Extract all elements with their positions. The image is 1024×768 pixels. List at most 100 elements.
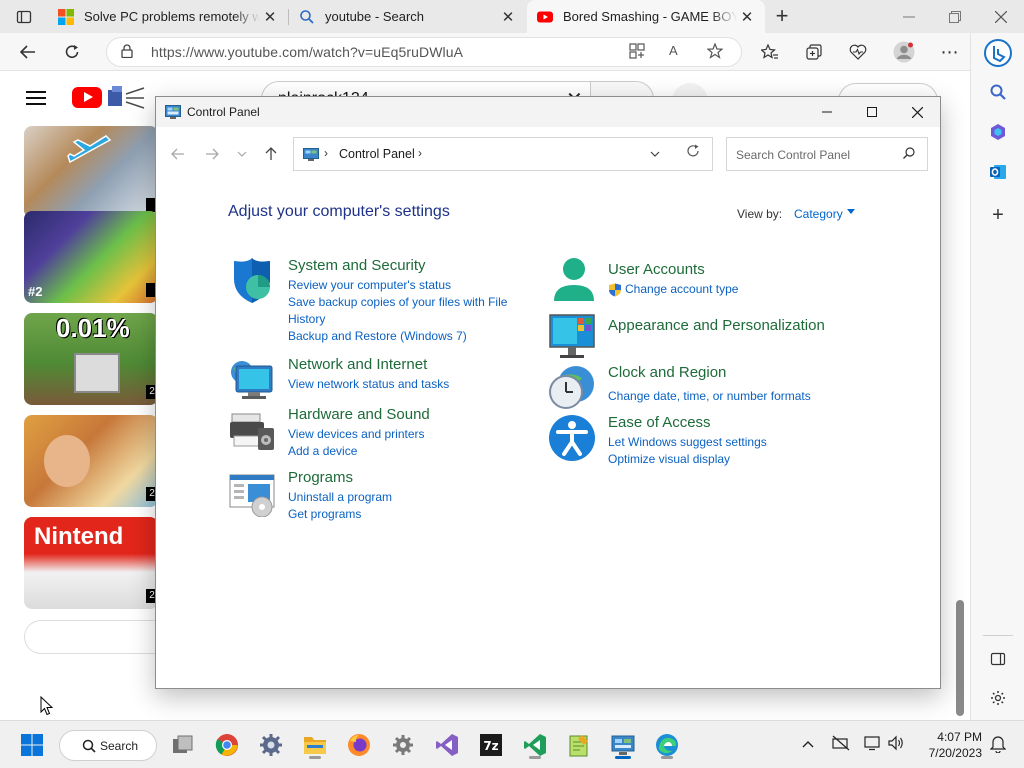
refresh-icon[interactable] bbox=[58, 38, 86, 66]
minimize-icon[interactable] bbox=[804, 97, 850, 127]
tab-youtube-search[interactable]: youtube - Search ✕ bbox=[289, 0, 526, 33]
task-view-icon[interactable] bbox=[167, 729, 199, 761]
volume-icon[interactable] bbox=[888, 735, 904, 754]
video-thumbnail[interactable]: 0.01% 2 bbox=[24, 313, 158, 405]
new-tab-button[interactable]: + bbox=[768, 2, 796, 30]
link-file-history[interactable]: Save backup copies of your files with Fi… bbox=[288, 294, 518, 328]
video-thumbnail[interactable] bbox=[24, 126, 158, 218]
browser-essentials-icon[interactable] bbox=[844, 38, 872, 66]
category-title[interactable]: Programs bbox=[288, 469, 353, 486]
favorites-icon[interactable] bbox=[756, 38, 784, 66]
link-devices-printers[interactable]: View devices and printers bbox=[288, 426, 518, 443]
category-title[interactable]: System and Security bbox=[288, 257, 426, 274]
comment-box[interactable] bbox=[24, 620, 174, 654]
link-add-device[interactable]: Add a device bbox=[288, 443, 518, 460]
restore-icon[interactable] bbox=[932, 0, 978, 33]
category-title[interactable]: User Accounts bbox=[608, 261, 705, 278]
shield-icon[interactable] bbox=[228, 257, 276, 305]
firefox-icon[interactable] bbox=[343, 729, 375, 761]
video-thumbnail[interactable]: Nintend 2 bbox=[24, 517, 158, 609]
address-dropdown-icon[interactable] bbox=[650, 146, 660, 160]
close-window-icon[interactable] bbox=[978, 0, 1024, 33]
apps-grid-icon[interactable] bbox=[629, 43, 645, 63]
tab-close-icon[interactable]: ✕ bbox=[498, 8, 518, 26]
video-thumbnail[interactable]: 2 bbox=[24, 415, 158, 507]
breadcrumb-chevron-icon[interactable]: › bbox=[418, 146, 422, 160]
taskbar-clock[interactable]: 4:07 PM 7/20/2023 bbox=[912, 729, 982, 761]
collections-icon[interactable] bbox=[800, 38, 828, 66]
recent-locations-chevron-icon[interactable] bbox=[230, 142, 254, 166]
sidebar-settings-gear-icon[interactable] bbox=[984, 684, 1012, 712]
more-options-icon[interactable]: ⋯ bbox=[936, 38, 964, 66]
view-by-dropdown[interactable]: Category bbox=[794, 207, 843, 221]
file-explorer-icon[interactable] bbox=[299, 729, 331, 761]
display-tray-icon[interactable] bbox=[864, 735, 882, 754]
address-bar[interactable]: https://www.youtube.com/watch?v=uEq5ruDW… bbox=[106, 37, 742, 67]
windows-start-icon[interactable] bbox=[16, 729, 48, 761]
accessibility-icon[interactable] bbox=[548, 414, 596, 462]
outlook-icon[interactable] bbox=[984, 158, 1012, 186]
notepad-plus-icon[interactable] bbox=[563, 729, 595, 761]
breadcrumb-chevron-icon[interactable]: › bbox=[324, 146, 328, 160]
settings-gear-app-icon[interactable] bbox=[255, 729, 287, 761]
hamburger-menu-icon[interactable] bbox=[26, 91, 46, 105]
chrome-icon[interactable] bbox=[211, 729, 243, 761]
network-tray-icon[interactable] bbox=[832, 735, 850, 754]
category-title[interactable]: Network and Internet bbox=[288, 356, 427, 373]
visual-studio-icon[interactable] bbox=[431, 729, 463, 761]
user-account-icon[interactable] bbox=[548, 257, 596, 305]
profile-avatar-icon[interactable] bbox=[890, 38, 918, 66]
vs-code-icon[interactable] bbox=[519, 729, 551, 761]
notifications-icon[interactable] bbox=[989, 735, 1007, 756]
add-sidebar-app-icon[interactable]: + bbox=[984, 201, 1012, 229]
printer-speaker-icon[interactable] bbox=[228, 406, 276, 454]
category-title[interactable]: Hardware and Sound bbox=[288, 406, 430, 423]
view-by-dropdown-arrow-icon[interactable] bbox=[847, 209, 855, 214]
tab-close-icon[interactable]: ✕ bbox=[260, 8, 280, 26]
back-arrow-icon[interactable] bbox=[166, 142, 190, 166]
category-title[interactable]: Appearance and Personalization bbox=[608, 317, 825, 334]
search-icon[interactable] bbox=[984, 78, 1012, 106]
tab-youtube-video[interactable]: Bored Smashing - GAME BOY - Y ✕ bbox=[527, 0, 765, 33]
refresh-icon[interactable] bbox=[686, 144, 700, 162]
copilot-shapes-icon[interactable] bbox=[984, 118, 1012, 146]
up-arrow-icon[interactable] bbox=[259, 142, 283, 166]
search-icon[interactable] bbox=[903, 147, 915, 159]
link-change-account-type[interactable]: Change account type bbox=[608, 281, 838, 298]
favorite-star-icon[interactable] bbox=[706, 42, 724, 63]
forward-arrow-icon[interactable] bbox=[200, 142, 224, 166]
control-panel-taskbar-icon[interactable] bbox=[607, 729, 639, 761]
page-scrollbar-thumb[interactable] bbox=[956, 600, 964, 716]
close-icon[interactable] bbox=[894, 97, 940, 127]
category-title[interactable]: Ease of Access bbox=[608, 414, 711, 431]
tab-actions-icon[interactable] bbox=[10, 3, 38, 31]
link-change-date-time[interactable]: Change date, time, or number formats bbox=[608, 388, 838, 405]
minimize-icon[interactable] bbox=[886, 0, 932, 33]
globe-network-icon[interactable] bbox=[228, 356, 276, 404]
search-control-panel-input[interactable]: Search Control Panel bbox=[726, 137, 928, 171]
back-arrow-icon[interactable] bbox=[14, 38, 42, 66]
7zip-icon[interactable]: 7z bbox=[475, 729, 507, 761]
link-get-programs[interactable]: Get programs bbox=[288, 506, 518, 523]
show-hidden-icons-chevron-icon[interactable] bbox=[802, 735, 814, 751]
programs-icon[interactable] bbox=[228, 469, 276, 517]
address-bar[interactable]: › Control Panel › bbox=[293, 137, 713, 171]
video-thumbnail[interactable]: #2 bbox=[24, 211, 158, 303]
link-uninstall-program[interactable]: Uninstall a program bbox=[288, 489, 518, 506]
breadcrumb[interactable]: Control Panel bbox=[339, 147, 415, 161]
youtube-logo[interactable] bbox=[72, 87, 102, 108]
read-aloud-icon[interactable]: A bbox=[669, 43, 678, 58]
settings-app-icon[interactable] bbox=[387, 729, 419, 761]
link-network-status[interactable]: View network status and tasks bbox=[288, 376, 518, 393]
tab-close-icon[interactable]: ✕ bbox=[737, 8, 757, 26]
bing-copilot-icon[interactable] bbox=[984, 39, 1012, 67]
link-suggest-settings[interactable]: Let Windows suggest settings bbox=[608, 434, 838, 451]
link-backup-restore[interactable]: Backup and Restore (Windows 7) bbox=[288, 328, 518, 345]
taskbar-search-box[interactable]: Search bbox=[59, 730, 157, 761]
tab-solve-pc[interactable]: Solve PC problems remotely with ✕ bbox=[48, 0, 288, 33]
edge-icon[interactable] bbox=[651, 729, 683, 761]
link-review-status[interactable]: Review your computer's status bbox=[288, 277, 518, 294]
clock-globe-icon[interactable] bbox=[548, 364, 596, 412]
hide-sidebar-icon[interactable] bbox=[984, 645, 1012, 673]
display-personalization-icon[interactable] bbox=[548, 313, 596, 361]
